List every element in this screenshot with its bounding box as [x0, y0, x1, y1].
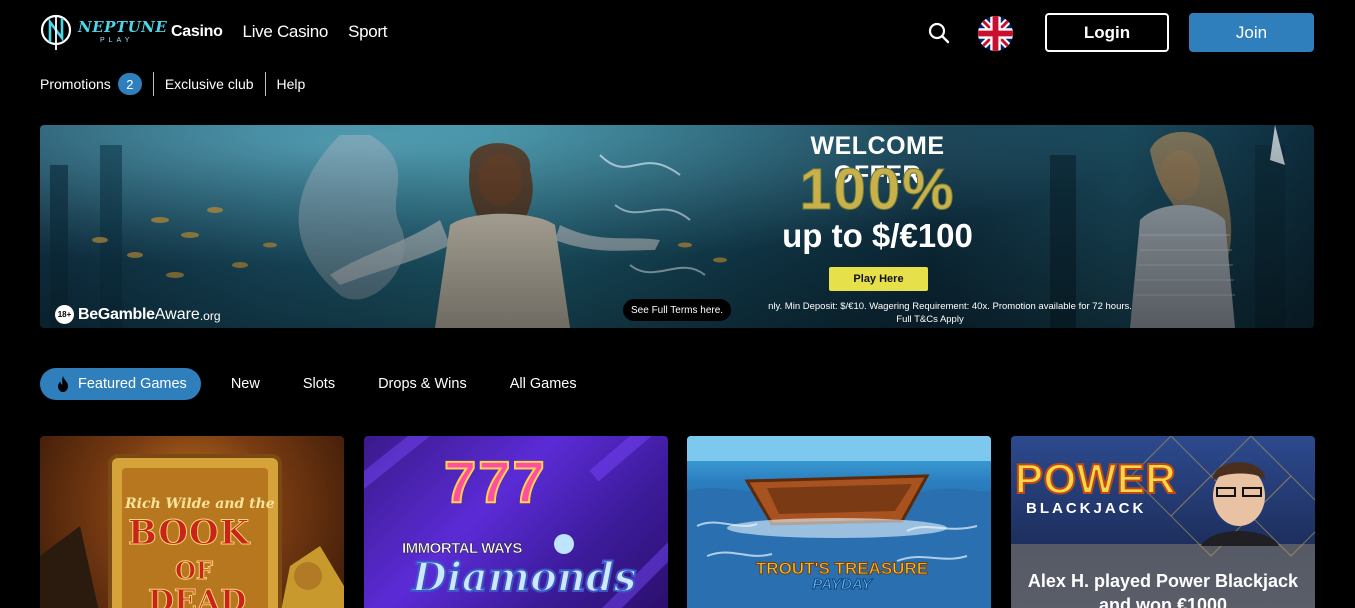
- begamble-text: BeGamble: [78, 305, 155, 323]
- join-button[interactable]: Join: [1189, 13, 1314, 52]
- terms-line-1: nly. Min Deposit: $/€10. Wagering Requir…: [768, 301, 1132, 312]
- brand-name: NEPTUNE: [78, 18, 168, 36]
- search-icon[interactable]: [927, 21, 951, 45]
- age-18-badge: 18+: [55, 305, 74, 324]
- login-button[interactable]: Login: [1045, 13, 1169, 52]
- offer-percentage: 100%: [799, 157, 956, 222]
- game-title-line-3: OF: [175, 556, 214, 586]
- game-card-book-of-dead[interactable]: Rich Wilde and the BOOK OF DEAD: [40, 436, 344, 608]
- tab-all-games[interactable]: All Games: [495, 368, 592, 400]
- divider: [152, 72, 154, 96]
- neptune-logo-icon: [40, 14, 72, 50]
- tab-featured-games-label: Featured Games: [78, 376, 187, 392]
- site-header: NEPTUNE PLAY Casino Live Casino Sport Lo…: [0, 0, 1355, 66]
- game-card-power-blackjack[interactable]: POWER BLACKJACK Alex H. played Power Bla…: [1011, 436, 1315, 608]
- promotions-count-badge: 2: [117, 73, 142, 95]
- divider: [264, 72, 266, 96]
- terms-text: nly. Min Deposit: $/€10. Wagering Requir…: [720, 300, 1140, 326]
- exclusive-club-link[interactable]: Exclusive club: [165, 76, 254, 92]
- game-title-line-1: 777: [443, 450, 547, 515]
- brand-logo[interactable]: NEPTUNE PLAY: [40, 12, 167, 52]
- tab-new[interactable]: New: [216, 368, 275, 400]
- underwater-scene-illustration: [40, 125, 1314, 328]
- see-full-terms-button[interactable]: See Full Terms here.: [623, 299, 732, 321]
- recent-win-text: Alex H. played Power Blackjack and won €…: [1027, 571, 1299, 608]
- tab-slots[interactable]: Slots: [288, 368, 350, 400]
- main-nav: Casino Live Casino Sport: [171, 22, 388, 42]
- secondary-nav: Promotions 2 Exclusive club Help: [40, 72, 305, 96]
- welcome-offer-banner[interactable]: WELCOME OFFER 100% up to $/€100 Play Her…: [40, 125, 1314, 328]
- game-title-line-1: POWER: [1014, 455, 1177, 502]
- terms-line-2: Full T&Cs Apply: [896, 314, 964, 325]
- game-title-line-3: Diamonds: [411, 554, 637, 601]
- help-link[interactable]: Help: [277, 76, 306, 92]
- promotions-link[interactable]: Promotions 2: [40, 73, 142, 95]
- game-title-line-2: BOOK: [127, 513, 251, 553]
- nav-live-casino[interactable]: Live Casino: [243, 22, 329, 42]
- uk-flag-icon[interactable]: [978, 16, 1013, 51]
- tab-drops-wins[interactable]: Drops & Wins: [363, 368, 482, 400]
- game-title-line-2: BLACKJACK: [1026, 500, 1147, 517]
- game-card-immortal-ways-diamonds[interactable]: 777 IMMORTAL WAYS Diamonds: [364, 436, 668, 608]
- game-card-trouts-treasure-payday[interactable]: TROUT'S TREASURE PAYDAY: [687, 436, 991, 608]
- play-here-button[interactable]: Play Here: [829, 267, 928, 291]
- tab-featured-games[interactable]: Featured Games: [40, 368, 201, 400]
- begambleaware-logo[interactable]: 18+ BeGamble Aware .org: [55, 305, 221, 324]
- flame-icon: [58, 376, 68, 392]
- nav-casino[interactable]: Casino: [171, 23, 223, 42]
- org-text: .org: [199, 309, 221, 323]
- game-title-line-1: Rich Wilde and the: [125, 496, 275, 512]
- nav-sport[interactable]: Sport: [348, 22, 387, 42]
- game-category-tabs: Featured Games New Slots Drops & Wins Al…: [40, 368, 592, 400]
- promotions-label: Promotions: [40, 76, 111, 92]
- offer-amount: up to $/€100: [782, 217, 973, 254]
- brand-subtitle: PLAY: [100, 37, 134, 44]
- aware-text: Aware: [154, 305, 200, 323]
- game-title-line-2: PAYDAY: [812, 576, 872, 594]
- game-title-line-4: DEAD: [147, 584, 247, 608]
